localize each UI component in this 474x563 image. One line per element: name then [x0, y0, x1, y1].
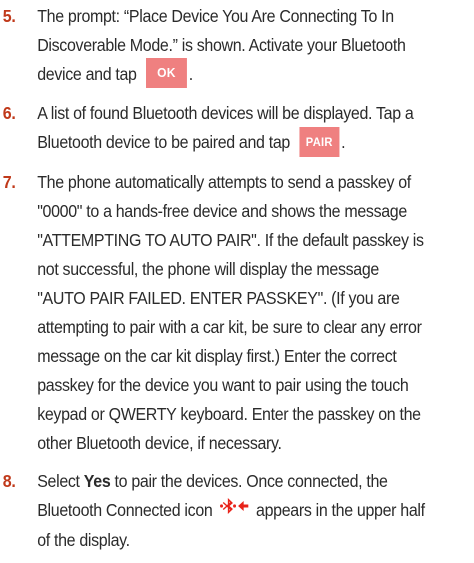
step-8: 8. Select Yes to pair the devices. Once …	[0, 467, 433, 555]
manual-page: 5. The prompt: “Place Device You Are Con…	[0, 0, 474, 563]
step-text-end: .	[341, 132, 346, 153]
pair-button-graphic: PAIR	[299, 126, 340, 157]
step-text: A list of found Bluetooth devices will b…	[37, 103, 414, 153]
step-6: 6. A list of found Bluetooth devices wil…	[0, 99, 433, 158]
ok-button-graphic: OK	[145, 58, 187, 89]
step-number: 8.	[2, 470, 16, 491]
yes-keyword: Yes	[83, 470, 111, 491]
step-text: The phone automatically attempts to send…	[37, 171, 424, 453]
step-number: 6.	[2, 103, 16, 124]
step-7: 7. The phone automatically attempts to s…	[0, 168, 433, 458]
step-text: Select	[37, 470, 80, 491]
step-text-end: .	[188, 64, 193, 84]
step-5: 5. The prompt: “Place Device You Are Con…	[0, 2, 433, 90]
step-number: 5.	[2, 6, 16, 26]
step-text: The prompt: “Place Device You Are Connec…	[37, 6, 406, 84]
bluetooth-connected-icon	[219, 495, 249, 524]
step-number: 7.	[2, 171, 16, 192]
